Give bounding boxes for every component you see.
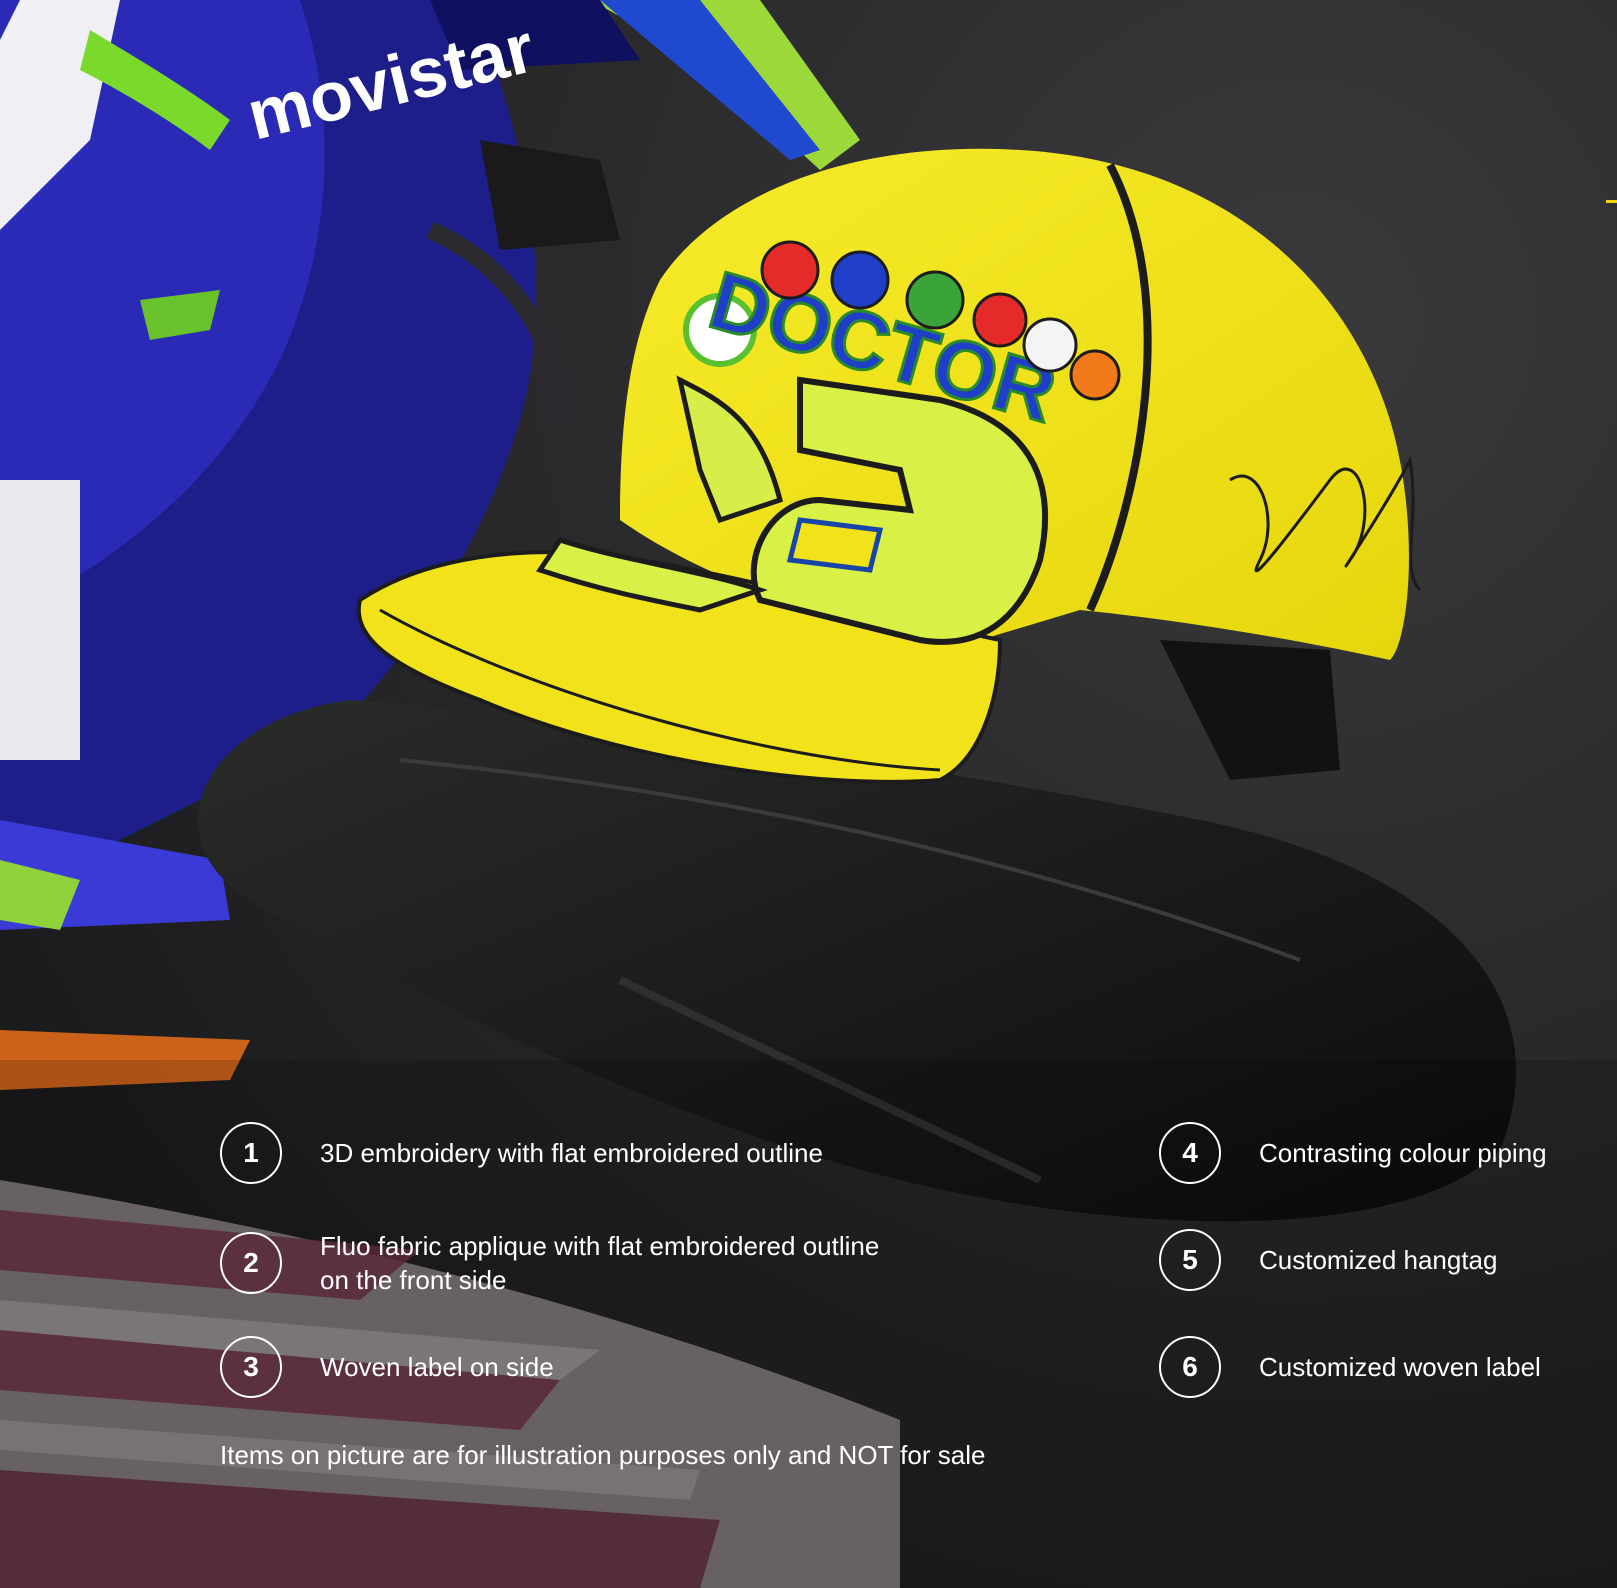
feature-2-number: 2: [220, 1232, 282, 1294]
feature-2-text: Fluo fabric applique with flat embroider…: [320, 1229, 879, 1297]
disclaimer: Items on picture are for illustration pu…: [220, 1440, 986, 1470]
feature-6-text: Customized woven label: [1259, 1352, 1541, 1382]
feature-3: 3 Woven label on side: [220, 1336, 554, 1398]
feature-4: 4 Contrasting colour piping: [1159, 1122, 1547, 1184]
feature-4-text: Contrasting colour piping: [1259, 1138, 1547, 1168]
product-sheet: movistar DOCTOR 1 3D embroidery with fla…: [0, 0, 1617, 1588]
feature-5: 5 Customized hangtag: [1159, 1229, 1497, 1291]
feature-5-number: 5: [1159, 1229, 1221, 1291]
feature-2-line-2: on the front side: [320, 1265, 507, 1295]
feature-5-text: Customized hangtag: [1259, 1245, 1498, 1275]
feature-6: 6 Customized woven label: [1159, 1336, 1541, 1398]
feature-1-number: 1: [220, 1122, 282, 1184]
feature-2-line-1: Fluo fabric applique with flat embroider…: [320, 1231, 880, 1261]
feature-1-text: 3D embroidery with flat embroidered outl…: [320, 1138, 823, 1168]
feature-3-number: 3: [220, 1336, 282, 1398]
feature-1: 1 3D embroidery with flat embroidered ou…: [220, 1122, 823, 1184]
feature-2: 2 Fluo fabric applique with flat embroid…: [220, 1229, 879, 1297]
feature-3-text: Woven label on side: [320, 1352, 554, 1382]
feature-6-number: 6: [1159, 1336, 1221, 1398]
cropped-accent-mark: [1606, 200, 1617, 219]
feature-4-number: 4: [1159, 1122, 1221, 1184]
